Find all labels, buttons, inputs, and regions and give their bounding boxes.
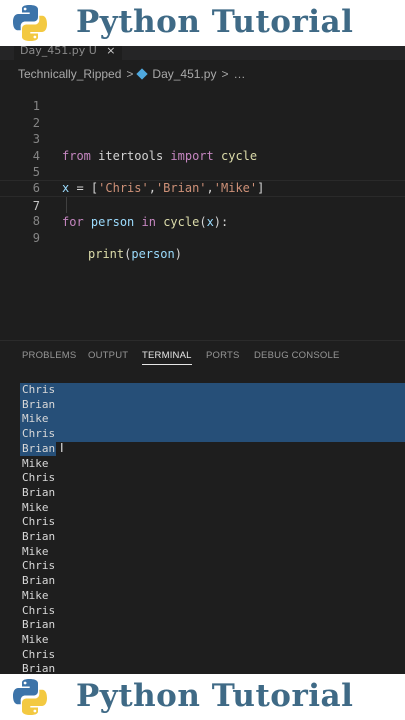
code-line: 3 from itertools import cycle [0, 115, 405, 162]
code-line: 1 [0, 82, 405, 113]
close-icon[interactable]: × [106, 46, 115, 57]
python-file-icon [136, 68, 149, 80]
code-editor[interactable]: 1 2 3 from itertools import cycle 4 5 x … [0, 82, 405, 337]
panel-tab-bar: PROBLEMS OUTPUT TERMINAL PORTS DEBUG CON… [0, 346, 405, 368]
code-line: 8 print(person) [0, 196, 405, 261]
print-call: print(person) [88, 246, 182, 262]
code-line: 6 [0, 164, 405, 195]
terminal-line: Brian [22, 662, 56, 674]
tab-output[interactable]: OUTPUT [88, 350, 128, 361]
terminal-line: Mike [22, 412, 49, 426]
text-selection [20, 383, 405, 442]
terminal-line: Mike [22, 456, 49, 470]
terminal-line: Mike [22, 632, 49, 646]
terminal-line: Chris [22, 471, 56, 485]
terminal-line: Chris [22, 427, 56, 441]
modified-marker: U [88, 46, 97, 57]
terminal-line: Brian [22, 441, 56, 455]
breadcrumb-folder[interactable]: Technically_Ripped [18, 67, 121, 81]
terminal-line: Chris [22, 603, 56, 617]
breadcrumb-file[interactable]: Day_451.py [152, 67, 216, 81]
terminal-line: Chris [22, 559, 56, 573]
terminal-line: Chris [22, 383, 56, 396]
tab-ports[interactable]: PORTS [206, 350, 240, 361]
terminal-line: Mike [22, 544, 49, 558]
line-number: 9 [32, 230, 40, 245]
terminal-output[interactable]: Chris Brian Mike Chris Brian Mike Chris Brian Mi… [0, 383, 405, 674]
terminal-line: Mike [22, 588, 49, 602]
code-line: 9 [0, 213, 405, 245]
top-banner: Python Tutorial [0, 0, 405, 46]
terminal-line: Brian [22, 485, 56, 499]
tab-debug-console[interactable]: DEBUG CONSOLE [254, 350, 339, 361]
terminal-line: Brian [22, 397, 56, 411]
code-line: 5 x = ['Chris','Brian','Mike'] [0, 148, 405, 195]
terminal-line: Brian [22, 618, 56, 632]
terminal-line: Mike [22, 500, 49, 514]
python-logo-icon [13, 5, 47, 41]
breadcrumb-separator: > [126, 67, 134, 81]
tab-terminal[interactable]: TERMINAL [142, 350, 192, 365]
code-line: 4 [0, 131, 405, 163]
terminal-line: Brian [22, 574, 56, 588]
editor-tab[interactable]: Day_451.py U × [14, 46, 122, 60]
tab-problems[interactable]: PROBLEMS [22, 350, 76, 361]
breadcrumb-ellipsis[interactable]: … [233, 67, 245, 81]
terminal-line: Chris [22, 515, 56, 529]
terminal-line: Chris [22, 647, 56, 661]
editor-tab-strip: Day_451.py U × [0, 46, 405, 60]
text-cursor-icon: I [60, 441, 64, 455]
bottom-banner: Python Tutorial [0, 674, 405, 720]
code-line: 2 [0, 98, 405, 130]
function-print: print [88, 247, 125, 262]
terminal-line: Brian [22, 530, 56, 543]
python-logo-icon [13, 679, 47, 715]
argument-person: person [131, 247, 175, 262]
indent-guide [66, 196, 67, 214]
code-line-current: 7 for person in cycle(x): [0, 180, 405, 229]
panel-divider[interactable] [0, 340, 405, 341]
paren: ) [174, 247, 182, 262]
banner-title: Python Tutorial [76, 4, 354, 40]
editor-tab-label: Day_451.py [20, 46, 86, 57]
breadcrumb-separator: > [221, 67, 229, 81]
banner-title: Python Tutorial [76, 678, 354, 714]
